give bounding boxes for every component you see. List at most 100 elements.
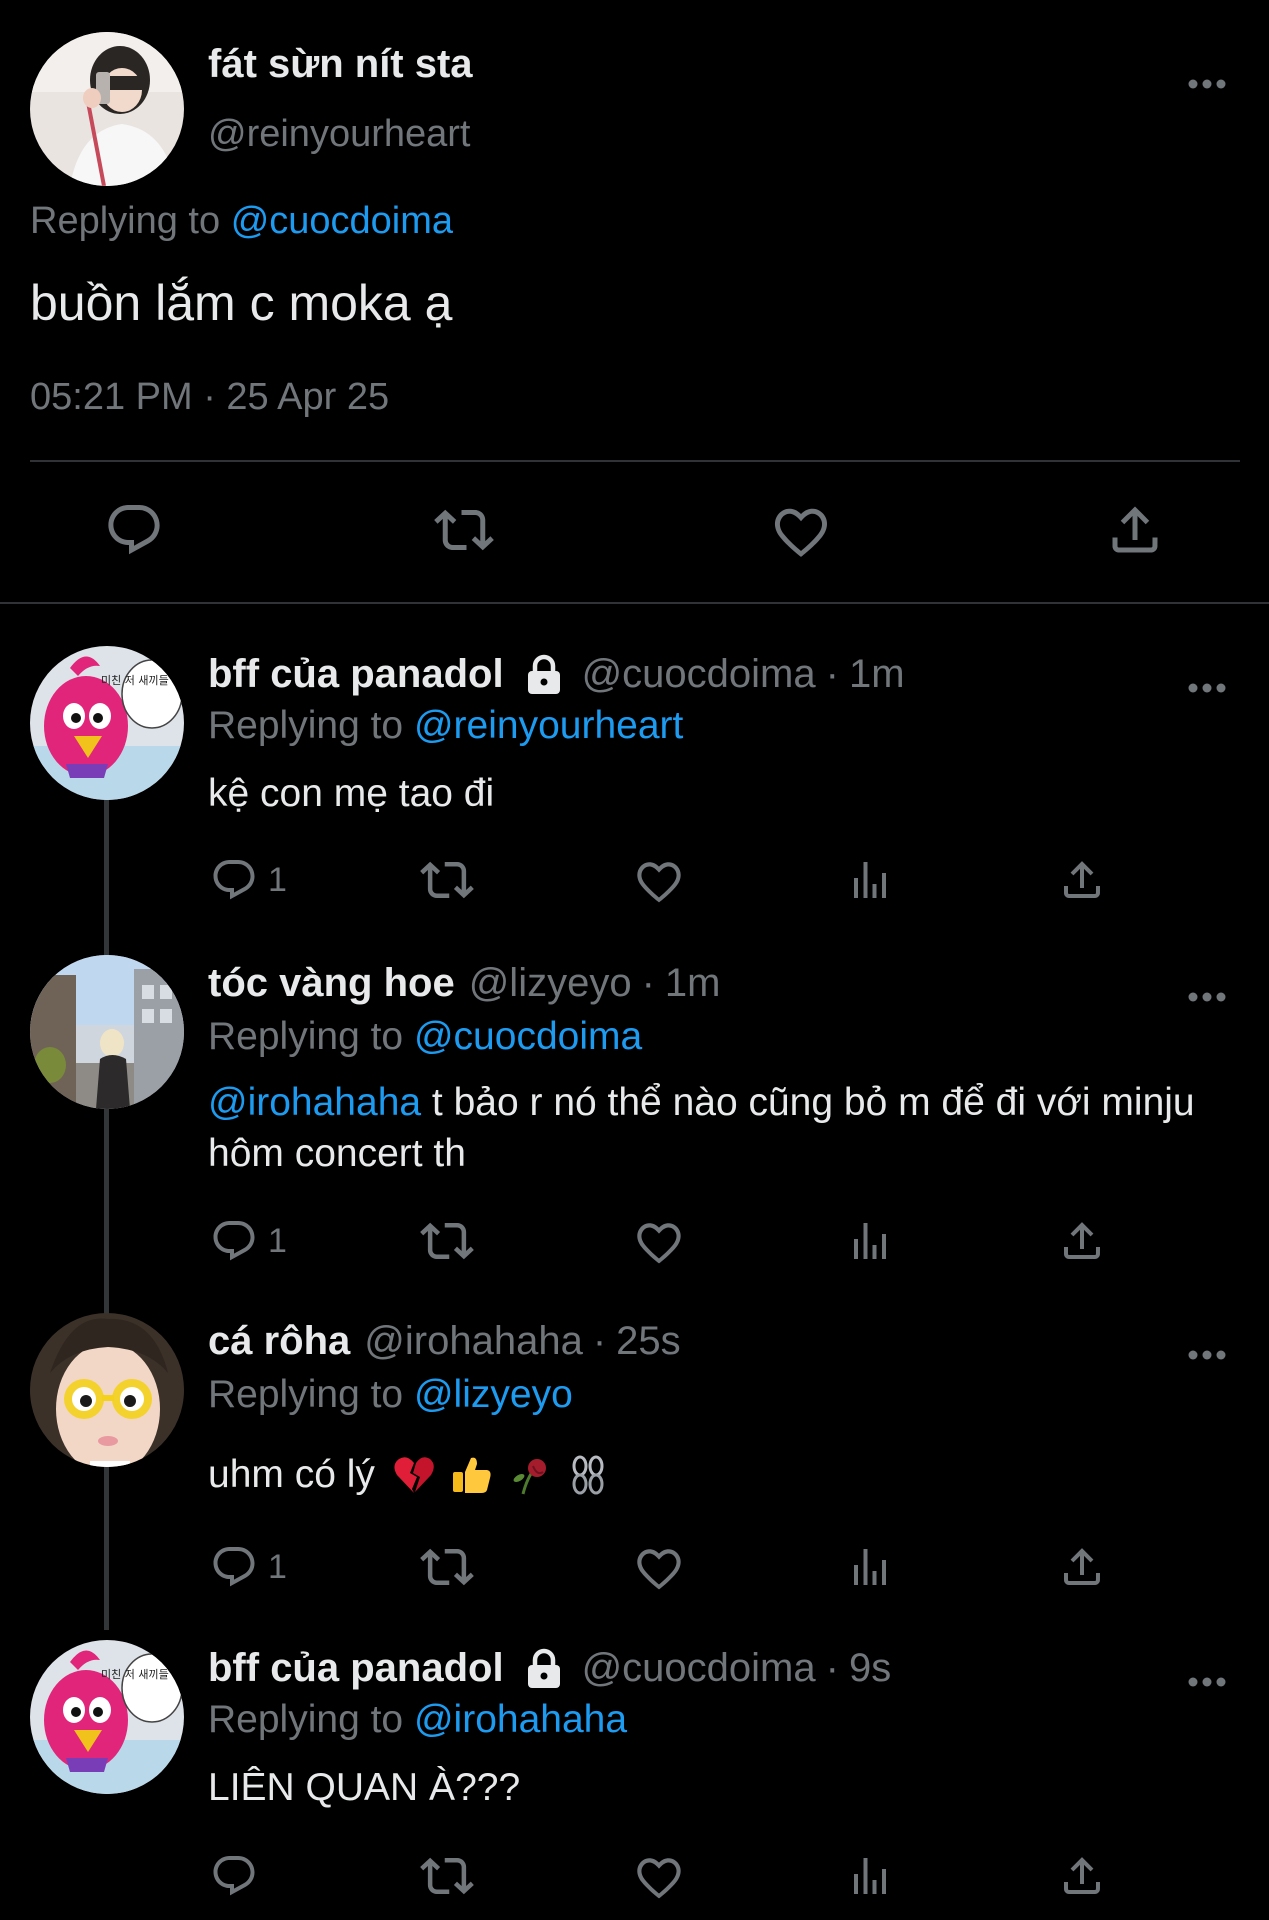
reply-tweet: tóc vàng hoe @lizyeyo · 1m Replying to @… xyxy=(0,955,1269,1264)
more-options-icon[interactable] xyxy=(1186,977,1228,1017)
display-name[interactable]: cá rôha xyxy=(208,1319,350,1364)
reply-icon[interactable] xyxy=(104,500,164,560)
relative-time[interactable]: 1m xyxy=(665,961,721,1006)
reply-action[interactable]: 1 xyxy=(210,1213,287,1269)
avatar[interactable]: 미친 저 새끼들 워해... xyxy=(30,646,184,800)
reply-action[interactable]: 1 xyxy=(210,852,287,908)
user-handle[interactable]: @lizyeyo xyxy=(469,961,632,1006)
replying-to: Replying to @irohahaha xyxy=(208,1698,627,1742)
tweet-text: buồn lắm c moka ạ xyxy=(30,275,453,331)
like-icon[interactable] xyxy=(634,1539,684,1595)
reply-tweet: cá rôha @irohahaha · 25s Replying to @li… xyxy=(0,1313,1269,1590)
action-bar xyxy=(0,1848,1269,1908)
views-icon[interactable] xyxy=(846,1848,894,1904)
replying-prefix: Replying to xyxy=(208,1373,404,1416)
reply-tweet: 미친 저 새끼들 워해... bff của panadol @cuocdoim… xyxy=(0,1640,1269,1920)
retweet-icon[interactable] xyxy=(420,1213,474,1269)
retweet-icon[interactable] xyxy=(434,500,494,560)
reply-header: bff của panadol @cuocdoima · 1m xyxy=(208,652,905,697)
relative-time[interactable]: 1m xyxy=(849,652,905,697)
lock-icon xyxy=(524,1648,564,1690)
like-icon[interactable] xyxy=(634,1213,684,1269)
replying-to: Replying to @lizyeyo xyxy=(208,1373,573,1417)
reply-count: 1 xyxy=(268,1547,287,1586)
tweet-text-content: uhm có lý xyxy=(208,1453,375,1496)
like-icon[interactable] xyxy=(634,852,684,908)
tweet-timestamp[interactable]: 05:21 PM · 25 Apr 25 xyxy=(30,376,389,419)
reply-header: bff của panadol @cuocdoima · 9s xyxy=(208,1646,891,1691)
replying-prefix: Replying to xyxy=(208,1698,404,1741)
reply-icon xyxy=(213,1221,255,1261)
replying-to: Replying to @cuocdoima xyxy=(208,1015,642,1059)
separator-dot: · xyxy=(825,1646,839,1690)
chains-emoji xyxy=(567,1454,609,1496)
reply-icon xyxy=(213,1547,255,1587)
replying-to-link[interactable]: @lizyeyo xyxy=(414,1373,573,1416)
display-name[interactable]: fát sừn nít sta xyxy=(208,42,473,87)
replying-prefix: Replying to xyxy=(30,200,221,242)
relative-time[interactable]: 25s xyxy=(616,1319,681,1364)
views-icon[interactable] xyxy=(846,1539,894,1595)
avatar[interactable] xyxy=(30,32,184,186)
replying-to-link[interactable]: @irohahaha xyxy=(414,1698,627,1741)
main-tweet: fát sừn nít sta @reinyourheart Replying … xyxy=(0,0,1269,604)
like-icon[interactable] xyxy=(771,500,831,560)
more-options-icon[interactable] xyxy=(1186,64,1228,104)
like-icon[interactable] xyxy=(634,1848,684,1904)
tweet-text: @irohahaha t bảo r nó thể nào cũng bỏ m … xyxy=(208,1077,1218,1179)
share-icon[interactable] xyxy=(1058,1848,1106,1904)
replying-to-link[interactable]: @reinyourheart xyxy=(414,704,683,747)
tweet-text: uhm có lý xyxy=(208,1449,1218,1500)
views-icon[interactable] xyxy=(846,852,894,908)
reply-count: 1 xyxy=(268,1221,287,1260)
wilted-rose-emoji xyxy=(509,1454,551,1496)
share-icon[interactable] xyxy=(1058,1539,1106,1595)
reply-action[interactable]: 1 xyxy=(210,1539,287,1595)
views-icon[interactable] xyxy=(846,1213,894,1269)
display-name[interactable]: tóc vàng hoe xyxy=(208,961,455,1006)
user-handle[interactable]: @reinyourheart xyxy=(208,113,470,156)
reply-header: tóc vàng hoe @lizyeyo · 1m xyxy=(208,961,720,1006)
share-icon[interactable] xyxy=(1105,500,1165,560)
retweet-icon[interactable] xyxy=(420,1539,474,1595)
avatar-bubble-text: 미친 저 새끼들 워해... xyxy=(101,673,184,687)
reply-tweet: 미친 저 새끼들 워해... bff của panadol @cuocdoim… xyxy=(0,646,1269,903)
user-handle[interactable]: @cuocdoima xyxy=(582,652,816,697)
replying-to-link[interactable]: @cuocdoima xyxy=(231,200,453,242)
replying-to: Replying to @reinyourheart xyxy=(208,704,683,748)
reply-icon[interactable] xyxy=(210,1848,258,1904)
more-options-icon[interactable] xyxy=(1186,668,1228,708)
user-handle[interactable]: @cuocdoima xyxy=(582,1646,816,1691)
action-bar: 1 xyxy=(0,852,1269,912)
more-options-icon[interactable] xyxy=(1186,1335,1228,1375)
replying-to: Replying to @cuocdoima xyxy=(30,200,453,243)
separator-dot: · xyxy=(592,1319,607,1363)
replying-prefix: Replying to xyxy=(208,1015,404,1058)
more-options-icon[interactable] xyxy=(1186,1662,1228,1702)
retweet-icon[interactable] xyxy=(420,1848,474,1904)
avatar[interactable] xyxy=(30,1313,184,1467)
action-bar: 1 xyxy=(0,1539,1269,1599)
avatar-bubble-text: 미친 저 새끼들 워해... xyxy=(101,1667,184,1681)
tweet-text: kệ con mẹ tao đi xyxy=(208,772,495,815)
display-name[interactable]: bff của panadol xyxy=(208,1646,504,1691)
relative-time[interactable]: 9s xyxy=(849,1646,891,1691)
thumbs-up-emoji xyxy=(451,1454,493,1496)
display-name[interactable]: bff của panadol xyxy=(208,652,504,697)
divider xyxy=(30,460,1240,462)
avatar[interactable] xyxy=(30,955,184,1109)
avatar[interactable]: 미친 저 새끼들 워해... xyxy=(30,1640,184,1794)
retweet-icon[interactable] xyxy=(420,852,474,908)
broken-heart-emoji xyxy=(393,1455,435,1495)
mention-link[interactable]: @irohahaha xyxy=(208,1081,421,1124)
action-bar xyxy=(0,490,1269,570)
separator-dot: · xyxy=(641,961,655,1005)
tweet-text: LIÊN QUAN À??? xyxy=(208,1766,521,1809)
user-handle[interactable]: @irohahaha xyxy=(364,1319,583,1364)
share-icon[interactable] xyxy=(1058,852,1106,908)
replying-to-link[interactable]: @cuocdoima xyxy=(414,1015,642,1058)
separator-dot: · xyxy=(825,652,839,696)
reply-icon xyxy=(213,860,255,900)
share-icon[interactable] xyxy=(1058,1213,1106,1269)
lock-icon xyxy=(524,654,564,696)
